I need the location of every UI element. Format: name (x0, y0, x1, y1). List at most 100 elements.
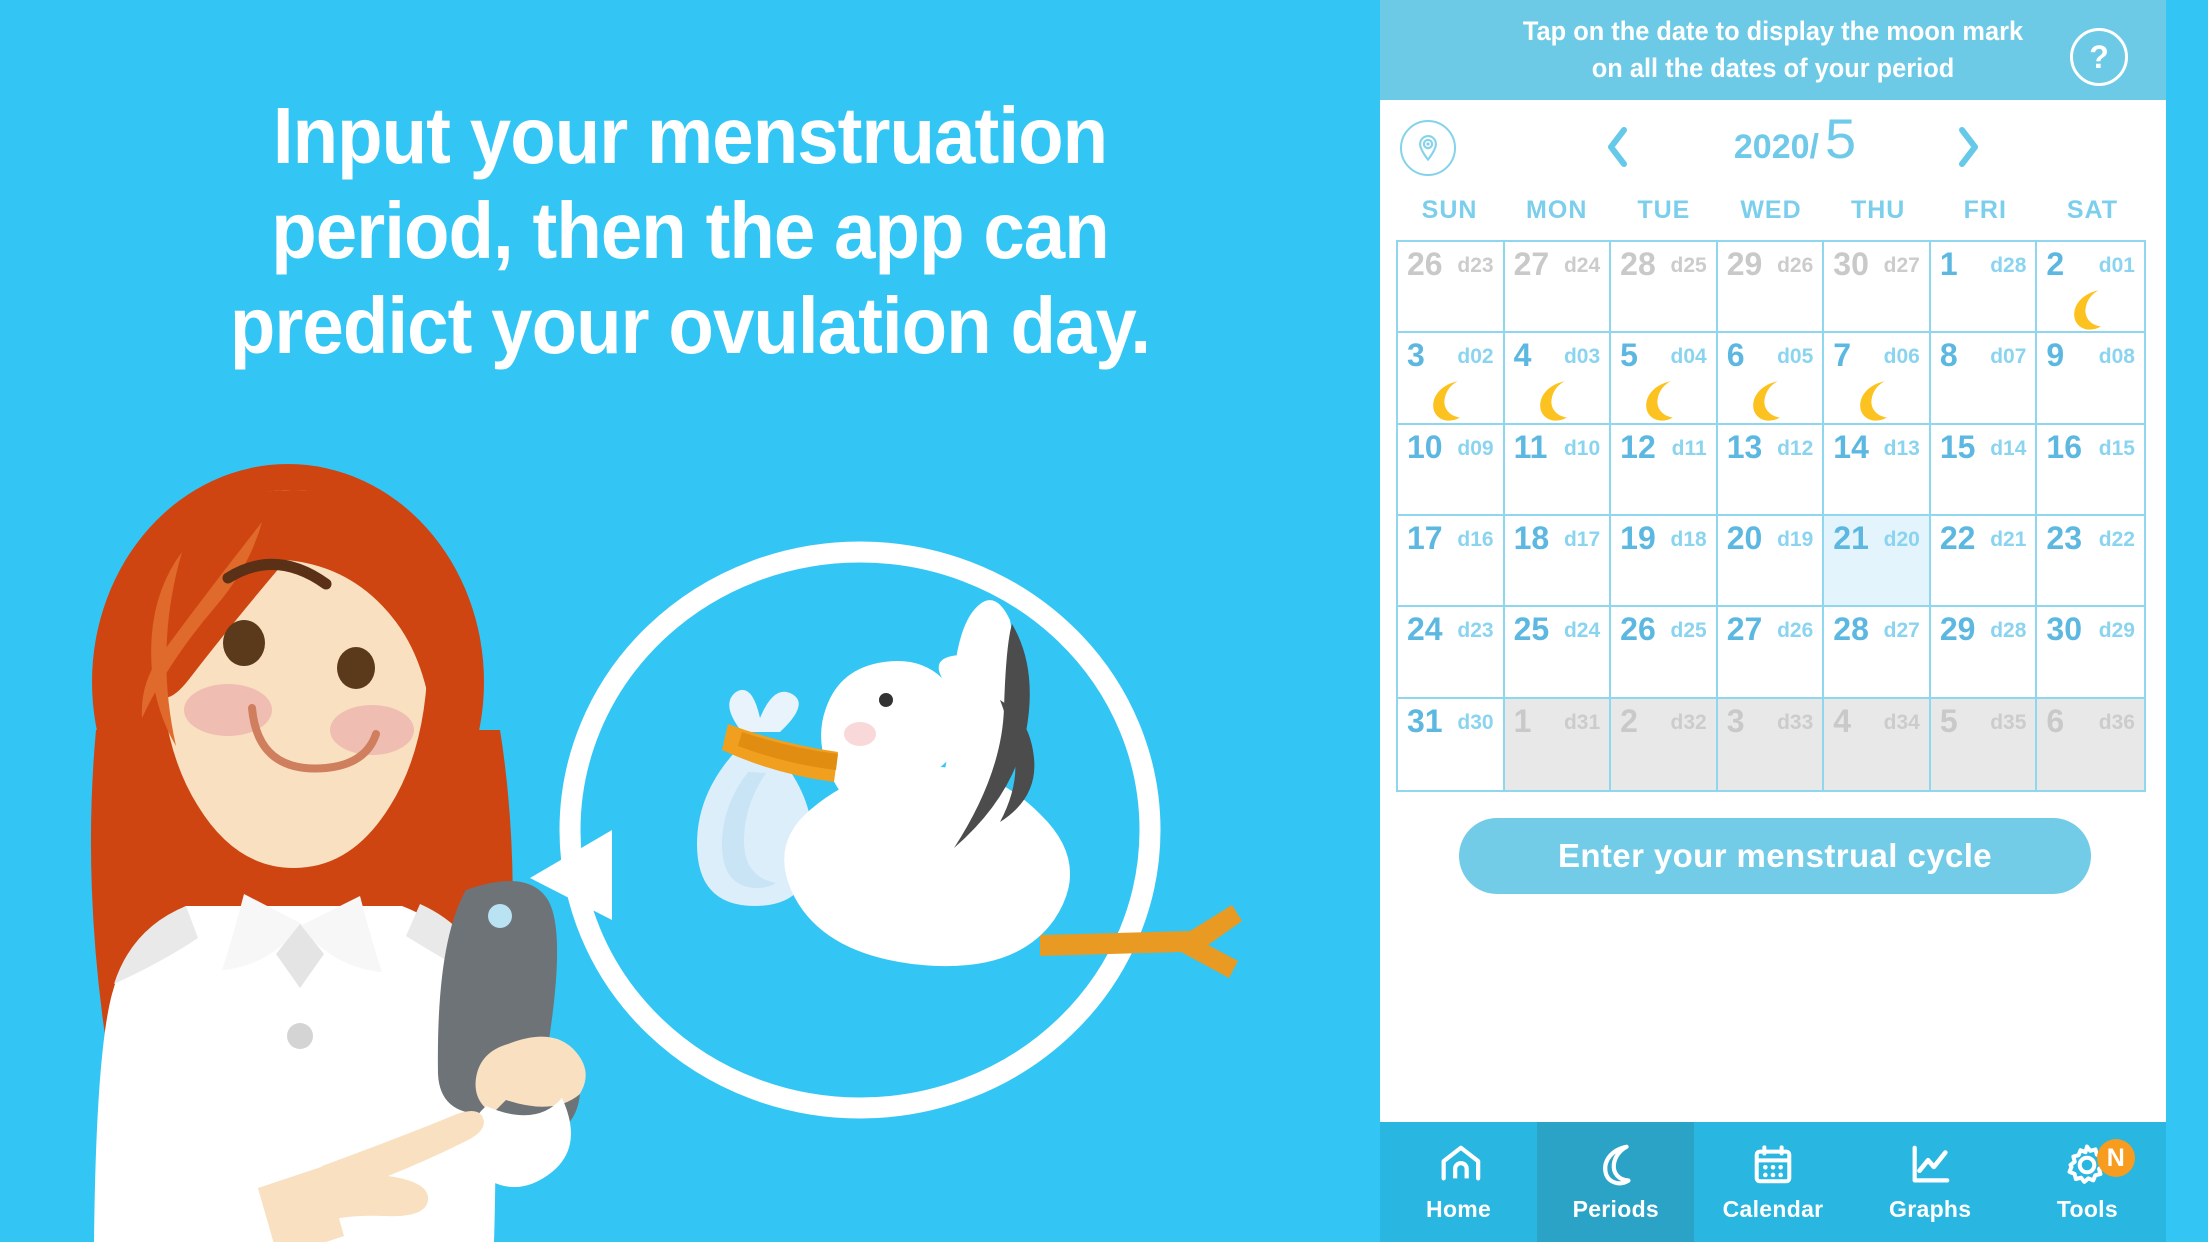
help-button[interactable]: ? (2070, 28, 2128, 86)
day-cell[interactable]: 4 d03 (1504, 333, 1612, 425)
calendar-icon (1754, 1144, 1792, 1183)
day-number: 28 (1833, 611, 1869, 648)
day-cycle-code: d03 (1563, 345, 1601, 369)
weekday-tue: TUE (1637, 196, 1691, 224)
day-cell[interactable]: 23 d22 (2037, 516, 2144, 608)
day-cell[interactable]: 5 d04 (1611, 333, 1718, 425)
next-month-button[interactable] (1940, 114, 1996, 180)
nav-item-graphs[interactable]: Graphs (1852, 1122, 2009, 1242)
day-cell[interactable]: 29 d26 (1717, 242, 1825, 334)
day-cell[interactable]: 2 d01 (2037, 242, 2144, 334)
day-cell[interactable]: 5 d35 (1930, 698, 2038, 790)
day-cell[interactable]: 3 d02 (1398, 333, 1505, 425)
day-cell[interactable]: 21 d20 (1824, 516, 1931, 608)
nav-label: Calendar (1722, 1195, 1824, 1222)
day-number: 5 (1939, 702, 1958, 739)
day-number: 14 (1833, 428, 1869, 465)
enter-menstrual-cycle-button[interactable]: Enter your menstrual cycle (1459, 818, 2091, 894)
calendar-year: 2020/ (1733, 128, 1819, 166)
day-cell[interactable]: 29 d28 (1930, 607, 2038, 699)
day-number: 11 (1513, 428, 1548, 465)
day-cell[interactable]: 28 d25 (1611, 242, 1718, 334)
day-cell[interactable]: 6 d05 (1717, 333, 1825, 425)
moon-icon (1602, 1144, 1631, 1185)
day-cell[interactable]: 28 d27 (1824, 607, 1931, 699)
day-number: 17 (1407, 520, 1443, 556)
day-cell[interactable]: 9 d08 (2037, 333, 2144, 425)
day-cell[interactable]: 7 d06 (1824, 333, 1931, 425)
bottom-navigation[interactable]: Home Periods Calendar Graphs Tools N (1380, 1122, 2166, 1242)
day-cycle-code: d34 (1883, 710, 1920, 734)
day-number: 2 (2046, 246, 2065, 282)
home-icon (1441, 1145, 1480, 1181)
day-cycle-code: d35 (1990, 710, 2027, 734)
promo-headline: Input your menstruation period, then the… (48, 88, 1331, 373)
day-cycle-code: d26 (1777, 619, 1814, 643)
day-cell[interactable]: 20 d19 (1717, 516, 1825, 608)
day-cell[interactable]: 1 d28 (1930, 242, 2038, 334)
promo-illustration (90, 464, 1242, 1242)
day-cell[interactable]: 15 d14 (1930, 424, 2038, 516)
day-cell[interactable]: 3 d33 (1717, 698, 1825, 790)
nav-label: Home (1426, 1195, 1492, 1222)
day-grid[interactable]: 26 d23 27 d24 28 d25 29 d26 30 d27 1 d28 2 d01 3 d02 4 d0… (1396, 240, 2146, 792)
day-number: 26 (1620, 611, 1656, 648)
day-number: 10 (1407, 428, 1443, 465)
day-cell[interactable]: 12 d11 (1611, 424, 1718, 516)
day-cell[interactable]: 25 d24 (1504, 607, 1612, 699)
stork-speech-bubble (530, 541, 1242, 1119)
weekday-wed: WED (1740, 196, 1802, 224)
day-cell[interactable]: 16 d15 (2037, 424, 2144, 516)
hint-text: Tap on the date to display the moon mark… (1522, 16, 2024, 83)
day-cell[interactable]: 19 d18 (1611, 516, 1718, 608)
nav-item-tools[interactable]: Tools N (2009, 1122, 2166, 1242)
day-cell[interactable]: 14 d13 (1824, 424, 1931, 516)
day-cell[interactable]: 13 d12 (1717, 424, 1825, 516)
day-number: 22 (1939, 520, 1976, 556)
day-number: 28 (1620, 246, 1656, 282)
month-label[interactable]: 2020/ 5 (1640, 110, 1950, 180)
chevron-right-icon (1959, 127, 1978, 167)
day-cell[interactable]: 31 d30 (1398, 698, 1505, 790)
day-cycle-code: d20 (1883, 528, 1920, 551)
nav-item-periods[interactable]: Periods (1537, 1122, 1695, 1242)
woman-illustration (90, 464, 586, 1242)
location-pin-button[interactable] (1400, 120, 1456, 176)
nav-label: Tools (2056, 1195, 2118, 1222)
nav-item-home[interactable]: Home (1380, 1122, 1537, 1242)
day-cycle-code: d24 (1563, 254, 1601, 277)
day-cell[interactable]: 26 d25 (1611, 607, 1718, 699)
prev-month-button[interactable] (1590, 114, 1646, 180)
day-cell[interactable]: 30 d27 (1824, 242, 1931, 334)
day-cell[interactable]: 8 d07 (1930, 333, 2038, 425)
day-cell[interactable]: 24 d23 (1398, 607, 1505, 699)
day-cell[interactable]: 27 d26 (1717, 607, 1825, 699)
app-panel: Tap on the date to display the moon mark… (1380, 0, 2208, 1242)
day-cell[interactable]: 10 d09 (1398, 424, 1505, 516)
day-cycle-code: d09 (1457, 436, 1494, 460)
day-cycle-code: d06 (1883, 345, 1920, 369)
day-cell[interactable]: 1 d31 (1504, 698, 1612, 790)
day-cycle-code: d12 (1777, 436, 1814, 460)
day-cell[interactable]: 18 d17 (1504, 516, 1612, 608)
day-cell[interactable]: 22 d21 (1930, 516, 2038, 608)
day-cell[interactable]: 2 d32 (1611, 698, 1718, 790)
nav-item-calendar[interactable]: Calendar (1694, 1122, 1851, 1242)
day-cycle-code: d27 (1883, 254, 1920, 277)
day-cell[interactable]: 26 d23 (1398, 242, 1505, 334)
moon-mark-icon (1540, 381, 1567, 421)
day-number: 20 (1726, 520, 1763, 556)
day-cell[interactable]: 30 d29 (2037, 607, 2144, 699)
day-cycle-code: d15 (2098, 436, 2135, 460)
weekday-thu: THU (1850, 196, 1906, 224)
day-cell[interactable]: 17 d16 (1398, 516, 1505, 608)
day-cell[interactable]: 27 d24 (1504, 242, 1612, 334)
day-number: 27 (1726, 611, 1763, 648)
moon-mark-icon (1753, 381, 1780, 421)
day-cell[interactable]: 6 d36 (2037, 698, 2144, 790)
day-cell[interactable]: 4 d34 (1824, 698, 1931, 790)
day-cycle-code: d08 (2098, 345, 2135, 369)
day-number: 13 (1726, 428, 1763, 465)
day-cell[interactable]: 11 d10 (1504, 424, 1612, 516)
day-number: 9 (2046, 337, 2065, 374)
